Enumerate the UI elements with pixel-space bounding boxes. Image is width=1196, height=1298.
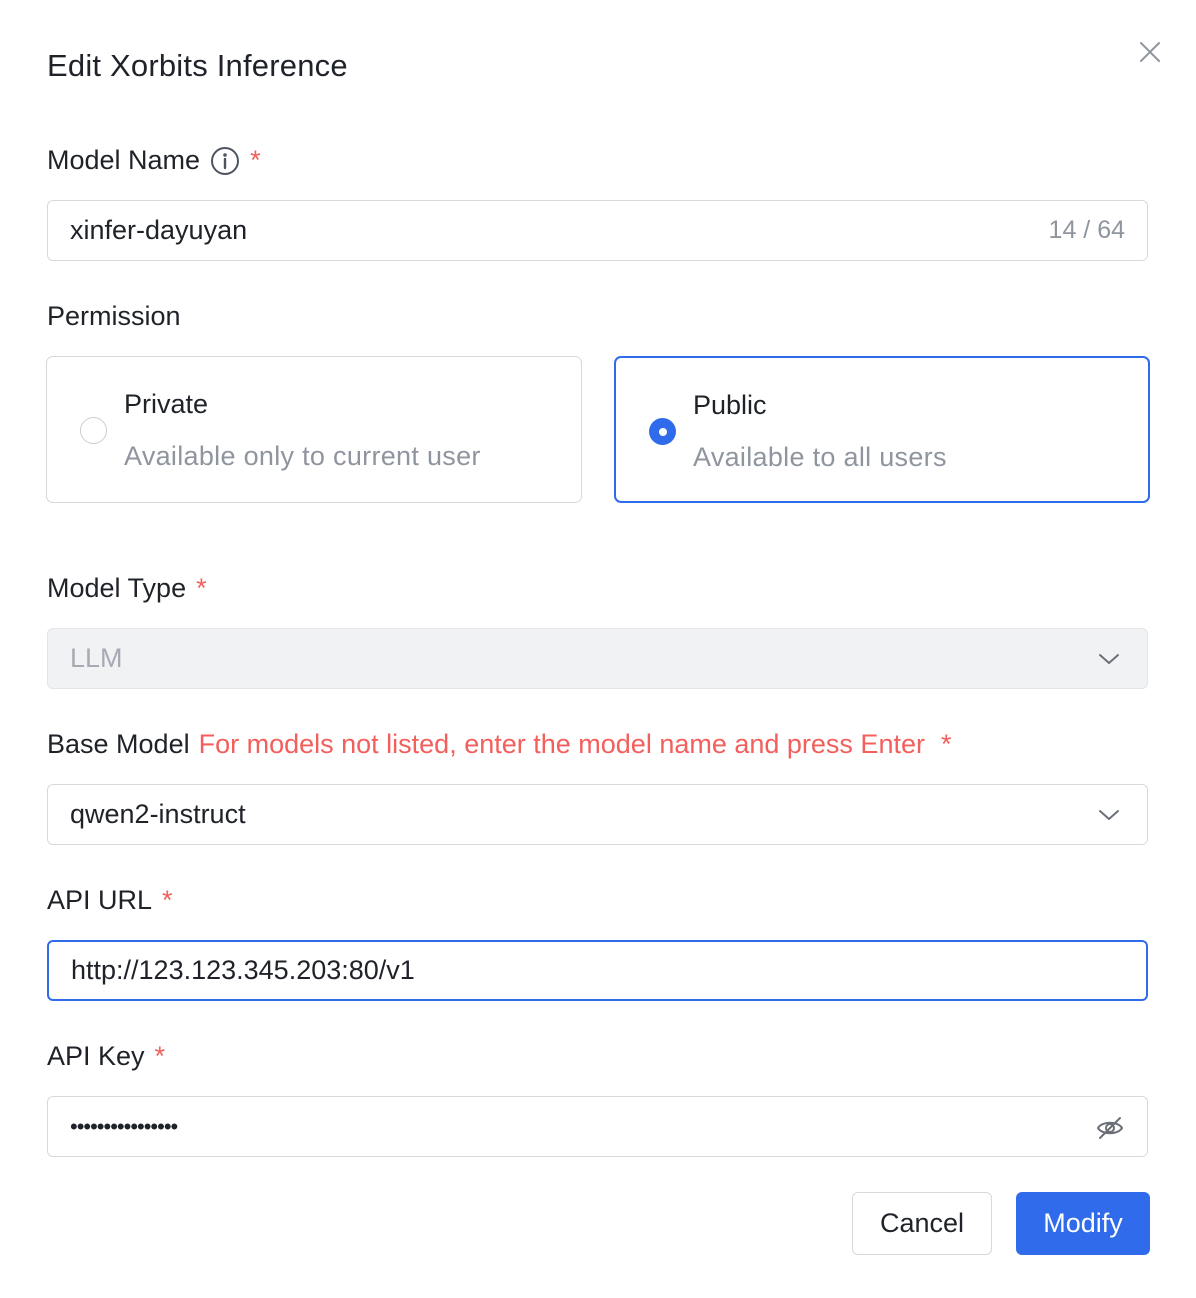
model-name-label: Model Name * (47, 145, 261, 176)
required-mark: * (154, 1041, 166, 1071)
model-type-select: LLM (47, 628, 1148, 689)
base-model-select[interactable]: qwen2-instruct (47, 784, 1148, 845)
permission-option-description: Available to all users (693, 442, 947, 472)
permission-option-title: Public (693, 390, 767, 420)
base-model-label: Base Model For models not listed, enter … (47, 729, 952, 760)
model-type-label-text: Model Type (47, 573, 187, 603)
character-counter: 14 / 64 (1048, 216, 1125, 244)
permission-option-title: Private (124, 389, 209, 419)
base-model-label-text: Base Model (47, 729, 190, 759)
info-icon[interactable] (210, 146, 240, 176)
required-mark: * (940, 729, 952, 759)
base-model-value: qwen2-instruct (70, 799, 246, 829)
api-url-input[interactable]: http://123.123.345.203:80/v1 (47, 940, 1148, 1001)
edit-dialog: Edit Xorbits Inference Model Name * xinf… (0, 0, 1196, 1298)
model-name-input[interactable]: xinfer-dayuyan 14 / 64 (47, 200, 1148, 261)
chevron-down-icon[interactable] (1097, 803, 1121, 827)
model-name-value: xinfer-dayuyan (70, 215, 248, 245)
api-key-masked-value: •••••••••••••••• (70, 1113, 178, 1139)
permission-option-description: Available only to current user (124, 441, 481, 471)
dialog-title: Edit Xorbits Inference (47, 48, 348, 83)
base-model-hint: For models not listed, enter the model n… (198, 729, 925, 759)
required-mark: * (250, 145, 261, 175)
api-key-input[interactable]: •••••••••••••••• (47, 1096, 1148, 1157)
model-type-label: Model Type * (47, 573, 207, 604)
api-key-label-text: API Key (47, 1041, 145, 1071)
api-url-label-text: API URL (47, 885, 153, 915)
eye-off-icon[interactable] (1095, 1113, 1125, 1143)
close-icon[interactable] (1136, 38, 1164, 66)
permission-option-private[interactable]: Private Available only to current user (46, 356, 582, 503)
model-name-label-text: Model Name (47, 145, 201, 175)
modify-button[interactable]: Modify (1016, 1192, 1150, 1255)
radio-private[interactable] (80, 417, 107, 444)
api-url-value: http://123.123.345.203:80/v1 (71, 955, 415, 985)
permission-option-public[interactable]: Public Available to all users (614, 356, 1150, 503)
api-url-label: API URL * (47, 885, 173, 916)
required-mark: * (196, 573, 207, 603)
permission-label: Permission (47, 301, 181, 332)
cancel-button[interactable]: Cancel (852, 1192, 992, 1255)
chevron-down-icon (1099, 654, 1119, 664)
api-key-label: API Key * (47, 1041, 165, 1072)
radio-public[interactable] (649, 418, 676, 445)
permission-label-text: Permission (47, 301, 181, 331)
model-type-value: LLM (70, 643, 123, 673)
required-mark: * (162, 885, 173, 915)
